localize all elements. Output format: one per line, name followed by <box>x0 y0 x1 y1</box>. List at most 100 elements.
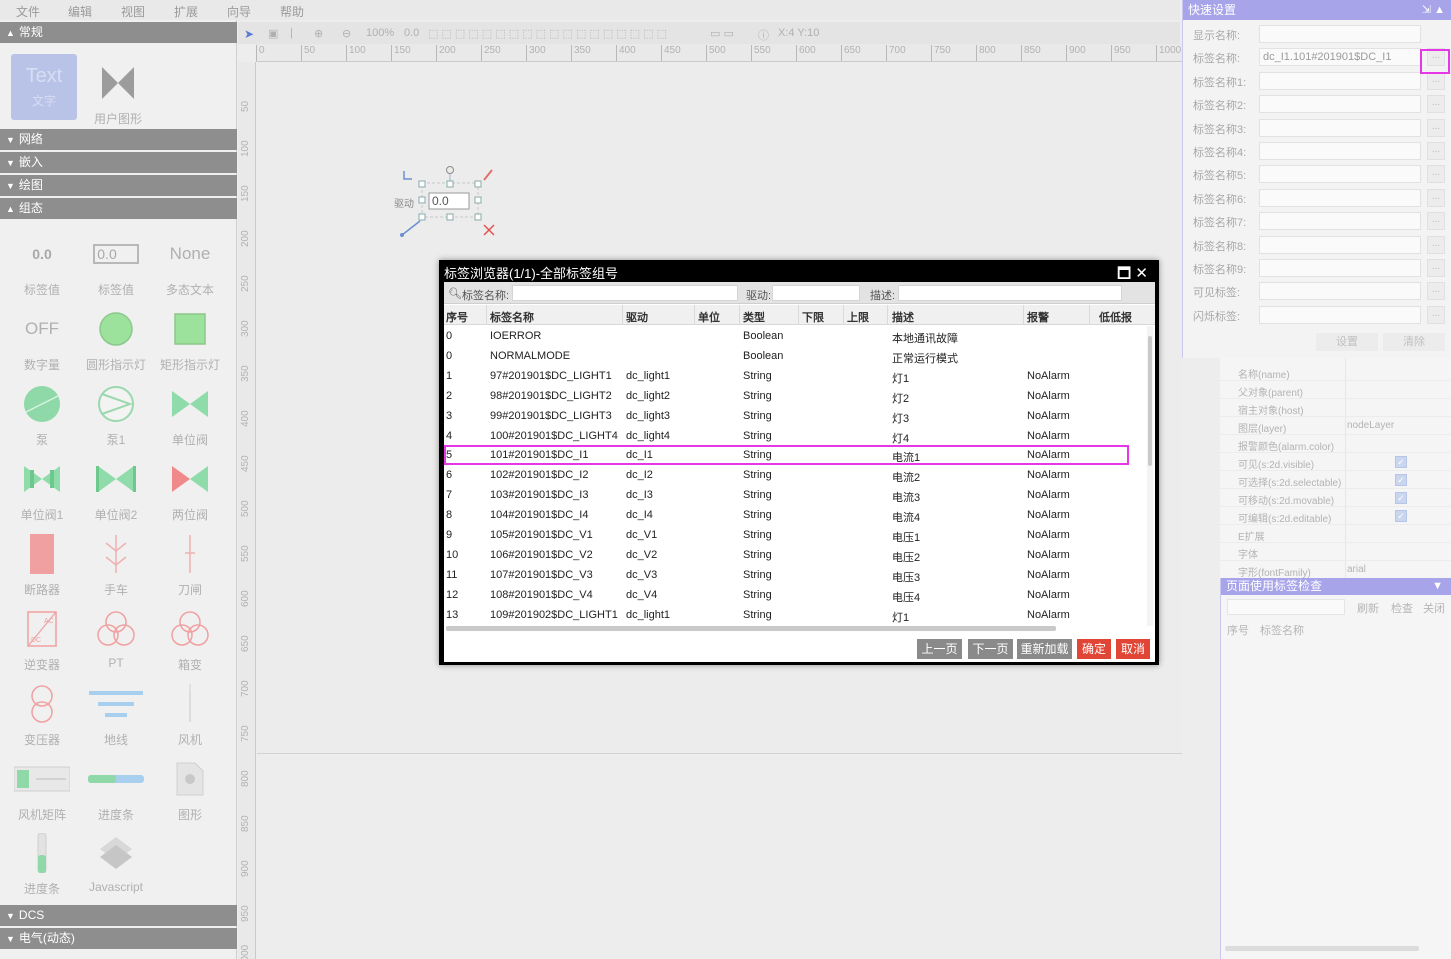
set-button[interactable]: 设置 <box>1316 333 1378 351</box>
palette-item-text[interactable]: Text 文字 <box>8 54 80 120</box>
property-checkbox[interactable]: ✓ <box>1395 492 1407 504</box>
quick-setting-field[interactable] <box>1259 235 1421 254</box>
palette-item-handcart[interactable]: 手车 <box>80 529 152 598</box>
close-button[interactable]: 关闭 <box>1423 600 1445 616</box>
palette-item-digital[interactable]: OFF 数字量 <box>6 304 78 373</box>
table-row[interactable]: 1 97#201901$DC_LIGHT1 dc_light1 String 灯1 NoA… <box>444 366 1147 386</box>
col-tag-name[interactable]: 标签名称 <box>490 309 534 325</box>
menu-extend[interactable]: 扩展 <box>174 3 198 20</box>
palette-item-ground-line[interactable]: 地线 <box>80 679 152 748</box>
menu-wizard[interactable]: 向导 <box>227 3 251 20</box>
keyboard-icon[interactable]: ▭ ▭ <box>710 27 734 40</box>
palette-item-turbine-matrix[interactable]: 风机矩阵 <box>6 754 78 823</box>
palette-item-transformer[interactable]: 变压器 <box>6 679 78 748</box>
quick-setting-field[interactable] <box>1259 212 1421 231</box>
palette-item-two-way-valve[interactable]: 两位阀 <box>154 454 226 523</box>
table-row[interactable]: 4 100#201901$DC_LIGHT4 dc_light4 String 灯4 No… <box>444 426 1147 446</box>
quick-setting-field[interactable] <box>1259 259 1421 277</box>
property-value[interactable]: arial <box>1347 564 1366 575</box>
palette-item-pump1[interactable]: 泵1 <box>80 379 152 448</box>
zoom-in-icon[interactable]: ⊕ <box>314 27 323 40</box>
browse-tag-button[interactable]: ... <box>1427 235 1445 254</box>
refresh-button[interactable]: 刷新 <box>1357 600 1379 616</box>
palette-item-valve[interactable]: 单位阀 <box>154 379 226 448</box>
col-seq[interactable]: 序号 <box>446 309 468 325</box>
browse-tag-button[interactable]: ... <box>1427 118 1445 137</box>
save-icon[interactable]: ▣ <box>268 27 278 40</box>
quick-setting-field[interactable] <box>1259 142 1421 160</box>
palette-item-knife-switch[interactable]: 刀闸 <box>154 529 226 598</box>
section-dcs[interactable]: ▼ DCS <box>0 905 237 926</box>
browse-tag-button[interactable]: ... <box>1427 305 1445 324</box>
table-row[interactable]: 11 107#201901$DC_V3 dc_V3 String 电压3 NoAlarm <box>444 565 1147 585</box>
property-checkbox[interactable]: ✓ <box>1395 474 1407 486</box>
chevron-down-icon[interactable]: ▼ <box>1432 578 1443 595</box>
palette-item-user-shape[interactable]: 用户图形 <box>82 58 154 127</box>
palette-item-box-transformer[interactable]: 箱变 <box>154 604 226 673</box>
section-embed[interactable]: ▼ 嵌入 <box>0 152 237 173</box>
next-page-button[interactable]: 下一页 <box>968 639 1013 659</box>
col-high[interactable]: 上限 <box>847 309 869 325</box>
select-pointer-icon[interactable]: ➤ <box>244 27 254 41</box>
property-checkbox[interactable]: ✓ <box>1395 510 1407 522</box>
table-row[interactable]: 0 NORMALMODE Boolean 正常运行模式 <box>444 346 1147 366</box>
browse-tag-button[interactable]: ... <box>1427 142 1445 160</box>
align-icons[interactable]: ⬚ ⬚ ⬚ ⬚ ⬚ ⬚ ⬚ ⬚ ⬚ ⬚ ⬚ ⬚ ⬚ ⬚ ⬚ ⬚ ⬚ ⬚ <box>428 27 667 40</box>
col-desc[interactable]: 描述 <box>892 309 914 325</box>
browse-tag-button[interactable]: ... <box>1427 188 1445 207</box>
tag-check-search-input[interactable] <box>1227 599 1345 615</box>
palette-item-javascript[interactable]: Javascript <box>80 828 152 894</box>
driver-filter-input[interactable] <box>772 285 860 301</box>
palette-item-progress-vertical[interactable]: 进度条 <box>6 828 78 897</box>
quick-setting-field[interactable] <box>1259 165 1421 184</box>
col-low[interactable]: 下限 <box>802 309 824 325</box>
zoom-out-icon[interactable]: ⊖ <box>342 27 351 40</box>
col-driver[interactable]: 驱动 <box>626 309 648 325</box>
palette-item-inverter[interactable]: AC DC 逆变器 <box>6 604 78 673</box>
browse-tag-button[interactable]: ... <box>1427 282 1445 301</box>
property-checkbox[interactable]: ✓ <box>1395 456 1407 468</box>
palette-item-pump[interactable]: 泵 <box>6 379 78 448</box>
section-electric[interactable]: ▼ 电气(动态) <box>0 928 237 949</box>
browse-tag-button[interactable]: ... <box>1427 259 1445 277</box>
palette-item-pt[interactable]: PT <box>80 604 152 670</box>
maximize-icon[interactable]: 🗖 <box>1117 265 1131 282</box>
menu-help[interactable]: 帮助 <box>280 3 304 20</box>
section-normal[interactable]: ▲ 常规 <box>0 22 237 43</box>
palette-item-valve2[interactable]: 单位阀2 <box>80 454 152 523</box>
quick-setting-field[interactable] <box>1259 71 1421 90</box>
vertical-scrollbar[interactable] <box>1147 326 1153 626</box>
palette-item-progress-bar[interactable]: 进度条 <box>80 754 152 823</box>
quick-setting-field[interactable] <box>1259 282 1421 301</box>
quick-setting-field[interactable] <box>1259 95 1421 114</box>
table-row[interactable]: 9 105#201901$DC_V1 dc_V1 String 电压1 NoAlarm <box>444 525 1147 545</box>
table-row[interactable]: 13 109#201902$DC_LIGHT1 dc_light1 String 灯1 N… <box>444 605 1147 625</box>
menu-view[interactable]: 视图 <box>121 3 145 20</box>
table-row[interactable]: 12 108#201901$DC_V4 dc_V4 String 电压4 NoAlarm <box>444 585 1147 605</box>
table-row[interactable]: 2 98#201901$DC_LIGHT2 dc_light2 String 灯2 NoA… <box>444 386 1147 406</box>
palette-item-tag-value[interactable]: 0.0 标签值 <box>6 229 78 298</box>
palette-item-valve1[interactable]: 单位阀1 <box>6 454 78 523</box>
palette-item-multi-text[interactable]: None 多态文本 <box>154 229 226 298</box>
table-row[interactable]: 7 103#201901$DC_I3 dc_I3 String 电流3 NoAlarm <box>444 485 1147 505</box>
table-row[interactable]: 10 106#201901$DC_V2 dc_V2 String 电压2 NoAlarm <box>444 545 1147 565</box>
section-draw[interactable]: ▼ 绘图 <box>0 175 237 196</box>
selected-tag-widget[interactable]: 驱动 0.0 <box>392 165 502 240</box>
col-unit[interactable]: 单位 <box>698 309 720 325</box>
close-icon[interactable]: ✕ <box>1135 265 1148 282</box>
col-type[interactable]: 类型 <box>743 309 765 325</box>
property-value[interactable]: nodeLayer <box>1347 420 1394 431</box>
section-group[interactable]: ▲ 组态 <box>0 198 237 219</box>
collapse-icon[interactable]: ⇲ ▲ <box>1422 0 1445 20</box>
table-row[interactable]: 3 99#201901$DC_LIGHT3 dc_light3 String 灯3 NoA… <box>444 406 1147 426</box>
table-row[interactable]: 6 102#201901$DC_I2 dc_I2 String 电流2 NoAlarm <box>444 465 1147 485</box>
browse-tag-button[interactable]: ... <box>1427 165 1445 184</box>
reload-button[interactable]: 重新加载 <box>1017 639 1072 659</box>
clear-button[interactable]: 清除 <box>1383 333 1445 351</box>
horizontal-scrollbar[interactable] <box>446 626 1056 631</box>
tag-name-filter-input[interactable] <box>512 285 738 301</box>
table-row[interactable]: 8 104#201901$DC_I4 dc_I4 String 电流4 NoAlarm <box>444 505 1147 525</box>
palette-item-rect-indicator[interactable]: 矩形指示灯 <box>154 304 226 373</box>
col-lowlow[interactable]: 低低报 <box>1099 309 1132 325</box>
quick-setting-field[interactable] <box>1259 25 1421 43</box>
